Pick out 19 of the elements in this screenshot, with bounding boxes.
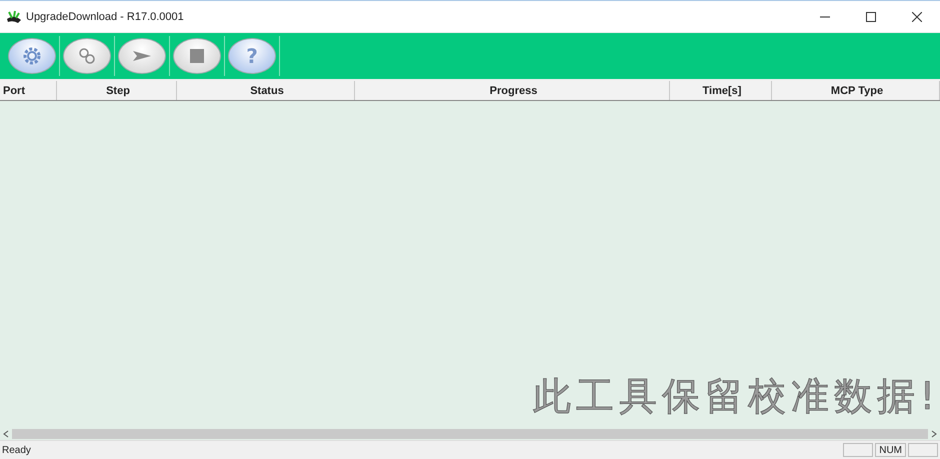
gears-icon [77, 47, 97, 65]
gears-button[interactable] [63, 38, 111, 74]
notice-text: 此工具保留校准数据! [532, 373, 940, 420]
stop-button[interactable] [173, 38, 221, 74]
window-title: UpgradeDownload - R17.0.0001 [26, 10, 184, 22]
stop-icon [190, 49, 204, 63]
status-pane [908, 443, 938, 457]
status-indicator: NUM [875, 443, 906, 457]
settings-button[interactable] [8, 38, 56, 74]
gear-icon [22, 46, 42, 66]
status-pane [843, 443, 874, 457]
status-text: Ready [1, 444, 32, 456]
scroll-right-icon[interactable] [930, 430, 938, 438]
scroll-left-icon[interactable] [2, 430, 10, 438]
start-button[interactable] [118, 38, 166, 74]
arrow-icon [132, 49, 152, 63]
maximize-icon [866, 12, 876, 22]
app-logo-icon [6, 10, 22, 24]
close-icon [912, 12, 922, 22]
